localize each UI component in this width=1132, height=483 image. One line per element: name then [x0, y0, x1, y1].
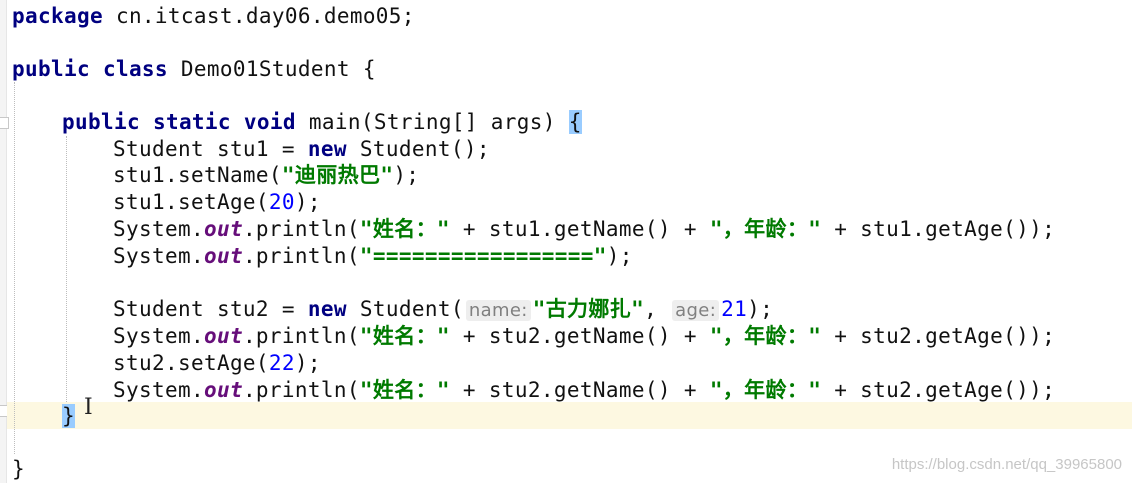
code-line[interactable]: System.out.println("姓名：" + stu2.getName(… — [113, 323, 1055, 349]
code-line[interactable]: Student stu2 = new Student(name: "古力娜扎", … — [113, 296, 773, 322]
matched-brace: } — [62, 404, 75, 428]
number-literal: 22 — [268, 351, 295, 375]
code-text: Student(); — [346, 137, 490, 161]
code-text: .println( — [242, 244, 360, 268]
code-line[interactable]: System.out.println("姓名：" + stu2.getName(… — [113, 377, 1055, 403]
code-text: , — [644, 297, 671, 321]
code-editor[interactable]: package cn.itcast.day06.demo05; public c… — [0, 0, 1132, 483]
keyword: new — [307, 137, 347, 161]
parameter-hint: age: — [672, 300, 720, 321]
code-text: + stu2.getAge()); — [821, 378, 1056, 402]
string-literal: "姓名：" — [359, 324, 450, 348]
text-cursor-icon: I — [84, 395, 93, 420]
code-text: .println( — [242, 324, 360, 348]
code-line[interactable]: System.out.println("================="); — [113, 243, 633, 269]
code-text: Student stu1 = — [113, 137, 308, 161]
code-text: ); — [747, 297, 774, 321]
code-text: ); — [393, 163, 420, 187]
keyword: public class — [12, 57, 168, 81]
code-line[interactable]: Student stu1 = new Student(); — [113, 136, 490, 162]
code-text: + stu2.getName() + — [449, 378, 710, 402]
static-field: out — [203, 324, 243, 348]
code-line-main[interactable]: public static void main(String[] args) { — [62, 109, 582, 135]
code-text: stu2.setAge( — [113, 351, 269, 375]
code-text: ); — [606, 244, 633, 268]
code-text: + stu1.getAge()); — [821, 217, 1056, 241]
static-field: out — [203, 378, 243, 402]
code-text: + stu2.getName() + — [449, 324, 710, 348]
code-text: ); — [294, 351, 321, 375]
code-text: System. — [113, 378, 204, 402]
code-text: } — [12, 457, 25, 481]
static-field: out — [203, 217, 243, 241]
string-literal: "，年龄：" — [709, 324, 822, 348]
static-field: out — [203, 244, 243, 268]
code-text: Student stu2 = — [113, 297, 308, 321]
code-line-class-close[interactable]: } — [12, 456, 25, 482]
code-line[interactable]: stu1.setName("迪丽热巴"); — [113, 162, 419, 188]
code-text: System. — [113, 217, 204, 241]
code-text: ); — [294, 190, 321, 214]
string-literal: "，年龄：" — [709, 378, 822, 402]
number-literal: 21 — [721, 297, 748, 321]
code-line[interactable]: stu2.setAge(22); — [113, 350, 321, 376]
code-text: + stu1.getName() + — [449, 217, 710, 241]
code-line-method-close[interactable]: } — [62, 403, 75, 429]
code-text: Student( — [346, 297, 464, 321]
keyword: package — [12, 4, 103, 28]
code-line-class[interactable]: public class Demo01Student { — [12, 56, 376, 82]
parameter-hint: name: — [465, 300, 531, 321]
string-literal: "姓名：" — [359, 378, 450, 402]
fold-marker-icon[interactable] — [0, 117, 9, 129]
indent-guide — [66, 136, 67, 402]
keyword: new — [307, 297, 347, 321]
watermark: https://blog.csdn.net/qq_39965800 — [891, 456, 1122, 473]
indent-guide — [14, 82, 15, 454]
code-line[interactable]: System.out.println("姓名：" + stu1.getName(… — [113, 216, 1055, 242]
code-line[interactable]: stu1.setAge(20); — [113, 189, 321, 215]
matched-brace: { — [568, 110, 582, 134]
string-literal: "，年龄：" — [709, 217, 822, 241]
string-literal: "古力娜扎" — [532, 297, 645, 321]
code-text: + stu2.getAge()); — [821, 324, 1056, 348]
string-literal: "=================" — [359, 244, 607, 268]
code-text: cn.itcast.day06.demo05; — [102, 4, 415, 28]
code-text: stu1.setAge( — [113, 190, 269, 214]
number-literal: 20 — [268, 190, 295, 214]
string-literal: "姓名：" — [359, 217, 450, 241]
keyword: public static void — [62, 110, 296, 134]
code-line-package[interactable]: package cn.itcast.day06.demo05; — [12, 3, 415, 29]
code-text: main(String[] args) — [295, 110, 569, 134]
code-text: Demo01Student { — [167, 57, 376, 81]
code-text: System. — [113, 244, 204, 268]
current-line-highlight — [7, 402, 1132, 429]
code-text: stu1.setName( — [113, 163, 282, 187]
code-text: System. — [113, 324, 204, 348]
code-text: .println( — [242, 378, 360, 402]
code-text: .println( — [242, 217, 360, 241]
string-literal: "迪丽热巴" — [281, 163, 394, 187]
